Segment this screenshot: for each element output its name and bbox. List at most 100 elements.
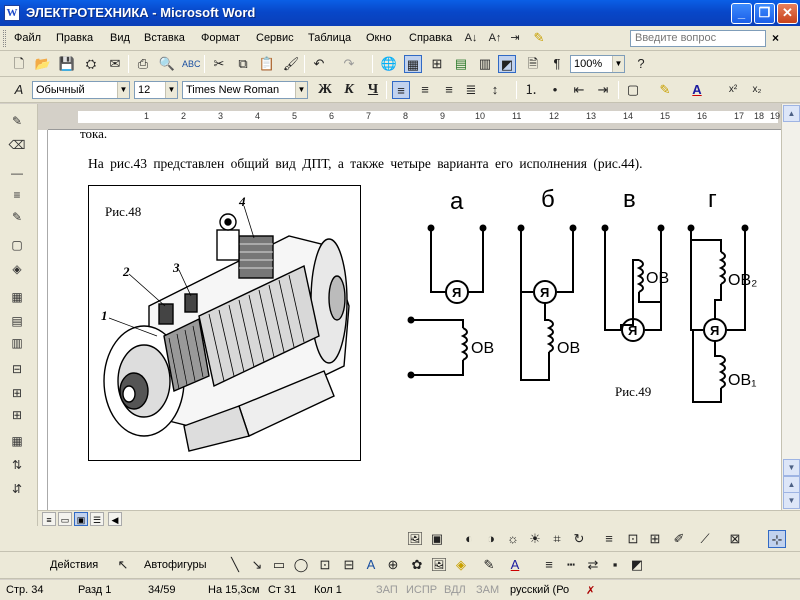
next-page-button[interactable]: ▼: [783, 492, 800, 509]
diagram-icon[interactable]: ⊕: [384, 556, 402, 574]
menu-file[interactable]: Файл: [14, 32, 41, 44]
draw-grid-icon[interactable]: ⊹: [768, 530, 786, 548]
word-app-icon[interactable]: W: [4, 5, 20, 21]
new-document-icon[interactable]: 🗋: [10, 55, 28, 73]
less-contrast-icon[interactable]: ◑: [482, 530, 500, 548]
less-brightness-icon[interactable]: ☀: [526, 530, 544, 548]
align-center-icon[interactable]: ≡: [416, 81, 434, 99]
paste-icon[interactable]: 📋: [258, 55, 276, 73]
merge-cells-icon[interactable]: ▤: [8, 312, 26, 330]
print-icon[interactable]: ⎙: [134, 55, 152, 73]
insert-excel-icon[interactable]: ▤: [452, 55, 470, 73]
email-icon[interactable]: ✉: [106, 55, 124, 73]
print-preview-icon[interactable]: 🔍: [158, 55, 176, 73]
menu-tools[interactable]: Сервис: [256, 32, 294, 44]
hyperlink-icon[interactable]: 🌐: [380, 55, 398, 73]
rotate-icon[interactable]: ↻: [570, 530, 588, 548]
document-close-button[interactable]: ×: [772, 31, 779, 45]
grow-font-icon[interactable]: A↓: [462, 29, 480, 47]
chevron-down-icon[interactable]: ▼: [612, 56, 624, 72]
menu-help[interactable]: Справка: [409, 32, 452, 44]
more-brightness-icon[interactable]: ☼: [504, 530, 522, 548]
compress-icon[interactable]: ⊡: [624, 530, 642, 548]
justify-icon[interactable]: ≣: [462, 81, 480, 99]
border-color-icon[interactable]: ✎: [8, 208, 26, 226]
pencil-icon[interactable]: ✎: [8, 112, 26, 130]
bold-button[interactable]: Ж: [316, 81, 334, 99]
previous-page-button[interactable]: ▲: [783, 476, 800, 493]
draw-actions-menu[interactable]: Действия: [50, 559, 98, 571]
wrap-text-icon[interactable]: ⇥: [506, 29, 524, 47]
open-folder-icon[interactable]: 📂: [34, 55, 52, 73]
document-map-icon[interactable]: 🗎: [524, 55, 542, 73]
help-icon[interactable]: ?: [632, 55, 650, 73]
more-contrast-icon[interactable]: ◐: [460, 530, 478, 548]
subscript-button[interactable]: x₂: [748, 81, 766, 99]
minimize-button[interactable]: _: [731, 3, 752, 24]
status-track-changes[interactable]: ИСПР: [406, 584, 437, 596]
format-picture-icon[interactable]: ✐: [670, 530, 688, 548]
crop-icon[interactable]: ⌗: [548, 530, 566, 548]
chevron-down-icon[interactable]: ▼: [295, 82, 307, 98]
outside-border-icon[interactable]: ▢: [8, 236, 26, 254]
vertical-text-icon[interactable]: ⊟: [340, 556, 358, 574]
dash-style-icon[interactable]: ┅: [562, 556, 580, 574]
copy-icon[interactable]: ⧉: [234, 55, 252, 73]
clip-art-icon[interactable]: ✿: [408, 556, 426, 574]
figure-48-motor[interactable]: Рис.48 1 2 3 4: [88, 185, 361, 461]
spelling-status-icon[interactable]: ✗: [586, 584, 595, 597]
line-color-icon[interactable]: ✎: [480, 556, 498, 574]
underline-button[interactable]: Ч: [364, 81, 382, 99]
styles-formatting-icon[interactable]: A: [10, 81, 28, 99]
horizontal-ruler[interactable]: 1 2 3 4 5 6 7 8 9 10 11 12 13 14 15 16 1…: [48, 104, 781, 130]
chevron-down-icon[interactable]: ▼: [117, 82, 129, 98]
permission-icon[interactable]: ⛭: [82, 55, 100, 73]
document-page[interactable]: тока. На рис.43 представлен общий вид ДП…: [48, 130, 781, 510]
line-style-icon[interactable]: —: [8, 164, 26, 182]
shadow-style-icon[interactable]: ▪: [606, 556, 624, 574]
line-style-icon[interactable]: ≡: [600, 530, 618, 548]
scroll-down-button[interactable]: ▼: [783, 459, 800, 476]
3d-style-icon[interactable]: ◩: [628, 556, 646, 574]
italic-button[interactable]: К: [340, 81, 358, 99]
align-left-icon[interactable]: ≡: [392, 81, 410, 99]
set-transparent-icon[interactable]: ⟋: [696, 530, 714, 548]
menu-view[interactable]: Вид: [110, 32, 130, 44]
drawing-icon[interactable]: ◩: [498, 55, 516, 73]
insert-table-icon[interactable]: ⊞: [428, 55, 446, 73]
font-color-icon[interactable]: A: [506, 556, 524, 574]
align-icon[interactable]: ⊟: [8, 360, 26, 378]
menu-insert[interactable]: Вставка: [144, 32, 185, 44]
redo-icon[interactable]: ↷: [340, 55, 358, 73]
select-objects-icon[interactable]: ↖: [114, 556, 132, 574]
tables-borders-icon[interactable]: ▦: [404, 55, 422, 73]
font-color-icon[interactable]: A: [688, 81, 706, 99]
line-weight-icon[interactable]: ≡: [8, 186, 26, 204]
bullets-icon[interactable]: •: [546, 81, 564, 99]
distribute-columns-icon[interactable]: ⊞: [8, 406, 26, 424]
font-select[interactable]: Times New Roman ▼: [182, 81, 308, 99]
highlight-icon[interactable]: ✎: [656, 81, 674, 99]
oval-tool-icon[interactable]: ◯: [292, 556, 310, 574]
show-formatting-icon[interactable]: ¶: [548, 55, 566, 73]
autoshapes-menu[interactable]: Автофигуры: [144, 559, 207, 571]
highlight-icon[interactable]: ✎: [530, 29, 548, 47]
style-select[interactable]: Обычный ▼: [32, 81, 130, 99]
line-spacing-icon[interactable]: ↕: [486, 81, 504, 99]
text-wrap-icon[interactable]: ⊞: [646, 530, 664, 548]
outline-view-button[interactable]: ☰: [90, 512, 104, 526]
vertical-scrollbar[interactable]: ▲ ▼ ▲ ▼: [781, 104, 800, 510]
eraser-icon[interactable]: ⌫: [8, 136, 26, 154]
text-direction-icon[interactable]: ⇅: [8, 456, 26, 474]
fill-color-icon[interactable]: ◈: [452, 556, 470, 574]
increase-indent-icon[interactable]: ⇥: [594, 81, 612, 99]
distribute-rows-icon[interactable]: ⊞: [8, 384, 26, 402]
sort-icon[interactable]: ⇵: [8, 480, 26, 498]
split-cells-icon[interactable]: ▥: [8, 334, 26, 352]
columns-icon[interactable]: ▥: [476, 55, 494, 73]
numbering-icon[interactable]: ⒈: [522, 81, 540, 99]
print-layout-button[interactable]: ▣: [74, 512, 88, 526]
vertical-ruler[interactable]: [38, 130, 48, 510]
table-autoformat-icon[interactable]: ▦: [8, 432, 26, 450]
rectangle-tool-icon[interactable]: ▭: [270, 556, 288, 574]
